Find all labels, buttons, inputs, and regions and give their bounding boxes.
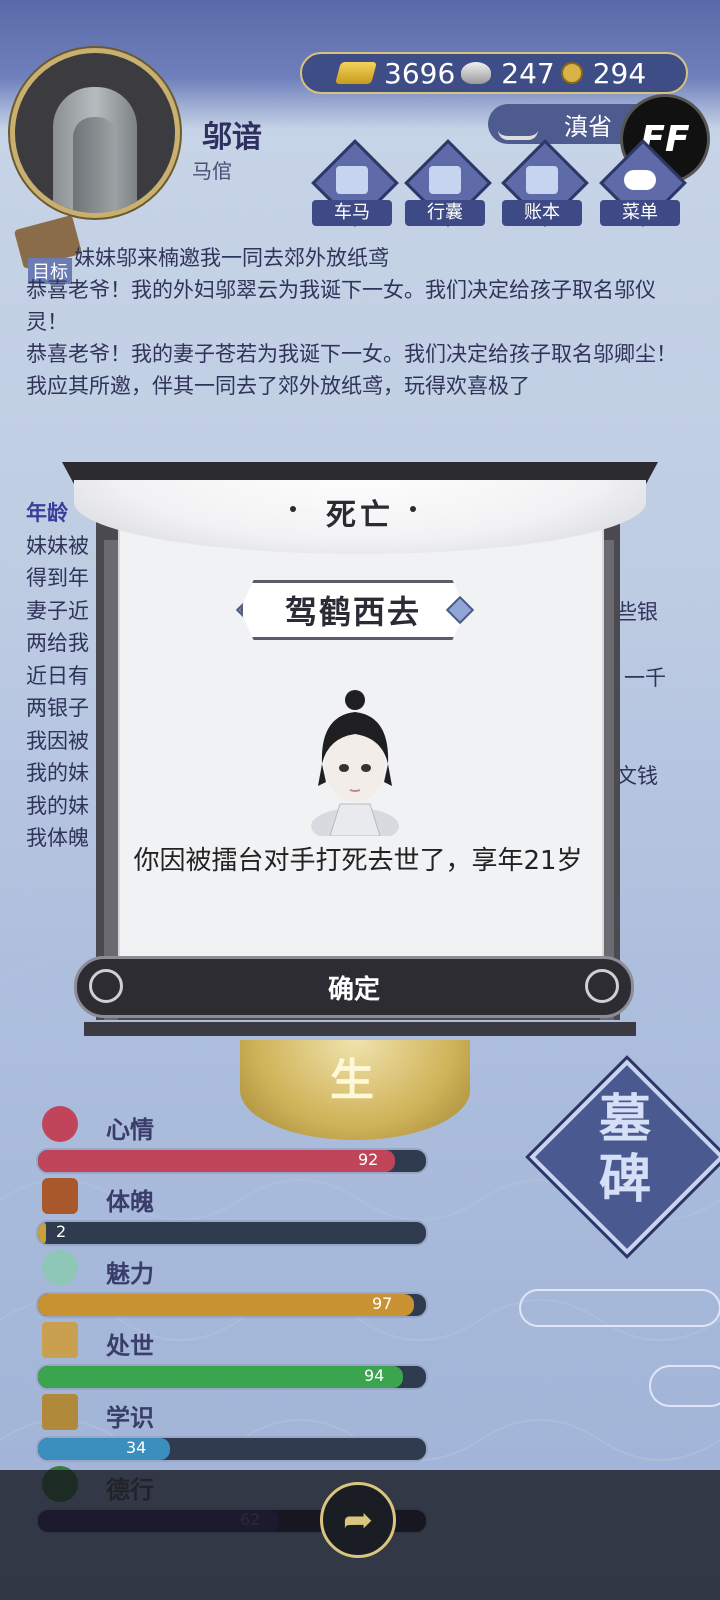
- modal-heading: 驾鹤西去: [240, 580, 466, 640]
- log-line: 恭喜老爷！我的妻子苍若为我诞下一女。我们决定给孩子取名邬卿尘！: [26, 342, 677, 366]
- stat-bar: [36, 1292, 428, 1318]
- menu-label: 行囊: [405, 200, 485, 226]
- gold-ingot-icon: [335, 62, 377, 84]
- carriage-icon: [336, 166, 368, 194]
- menu-button-carriage[interactable]: 车马: [311, 139, 399, 228]
- region-label: 滇省: [564, 112, 612, 141]
- player-name: 邬谙: [202, 120, 262, 155]
- menu-button-ledger[interactable]: 账本: [501, 139, 589, 228]
- event-log-top: 妹妹邬来楠邀我一同去郊外放纸鸢 恭喜老爷！我的外妇邬翠云为我诞下一女。我们决定给…: [26, 242, 686, 402]
- title-dot: [410, 506, 416, 512]
- death-message: 你因被擂台对手打死去世了，享年21岁: [133, 846, 583, 876]
- mirror-icon: [42, 1250, 78, 1286]
- stat-value: 94: [364, 1366, 385, 1385]
- log-fragment-right: 文钱: [616, 764, 658, 788]
- currency-bar: 3696 247 294: [300, 52, 688, 94]
- swirl-ornament-icon: [89, 969, 123, 1003]
- swirl-ornament-icon: [585, 969, 619, 1003]
- tombstone-portrait-icon: [53, 87, 137, 213]
- log-line: 我应其所邀，伴其一同去了郊外放纸鸢，玩得欢喜极了: [26, 374, 530, 398]
- bag-icon: [429, 166, 461, 194]
- silver-ingot-icon: [461, 62, 492, 84]
- gold-amount: 3696: [384, 56, 456, 90]
- stat-value: 92: [358, 1150, 379, 1169]
- body-icon: [42, 1178, 78, 1214]
- stat-label: 魅力: [106, 1260, 154, 1288]
- avatar[interactable]: [10, 48, 180, 218]
- stat-label: 学识: [106, 1404, 154, 1432]
- modal-pillar-left: [104, 540, 118, 1020]
- player-occupation: 马倌: [192, 159, 232, 183]
- stat-value: 34: [126, 1438, 147, 1457]
- tombstone-label: 墓碑: [598, 1090, 651, 1210]
- books-icon: [42, 1394, 78, 1430]
- stat-label: 心情: [106, 1116, 154, 1144]
- silver-amount: 247: [501, 56, 555, 90]
- share-icon: ➦: [342, 1499, 374, 1541]
- modal-title: 死亡: [326, 498, 394, 533]
- menu-label: 菜单: [600, 200, 680, 226]
- menu-button-more[interactable]: 菜单: [599, 139, 687, 228]
- log-fragment-right: 些银: [616, 600, 658, 624]
- share-button[interactable]: ➦: [320, 1482, 396, 1558]
- confirm-button[interactable]: 确定: [74, 956, 634, 1018]
- flower-icon: [42, 1106, 78, 1142]
- boat-icon: [498, 112, 538, 140]
- menu-label: 账本: [502, 200, 582, 226]
- emblem-text: 生: [330, 1055, 374, 1106]
- copper-amount: 294: [592, 56, 647, 90]
- log-line: 恭喜老爷！我的外妇邬翠云为我诞下一女。我们决定给孩子取名邬仪灵！: [26, 278, 656, 334]
- log-fragment-right: 一千: [624, 666, 666, 690]
- fan-icon: [42, 1322, 78, 1358]
- stat-value: 2: [56, 1222, 67, 1241]
- modal-base: [84, 1022, 636, 1036]
- confirm-label: 确定: [327, 974, 380, 1005]
- log-line: 妹妹邬来楠邀我一同去郊外放纸鸢: [74, 246, 389, 270]
- stat-value: 97: [372, 1294, 393, 1313]
- stat-label: 体魄: [106, 1188, 154, 1216]
- character-portrait: [311, 690, 399, 836]
- ledger-icon: [526, 166, 558, 194]
- menu-label: 车马: [312, 200, 392, 226]
- more-icon: [624, 170, 656, 190]
- menu-button-bag[interactable]: 行囊: [404, 139, 492, 228]
- stat-label: 处世: [106, 1332, 154, 1360]
- stat-bar: [36, 1436, 428, 1462]
- copper-coin-icon: [560, 62, 583, 84]
- stat-bar: [36, 1220, 428, 1246]
